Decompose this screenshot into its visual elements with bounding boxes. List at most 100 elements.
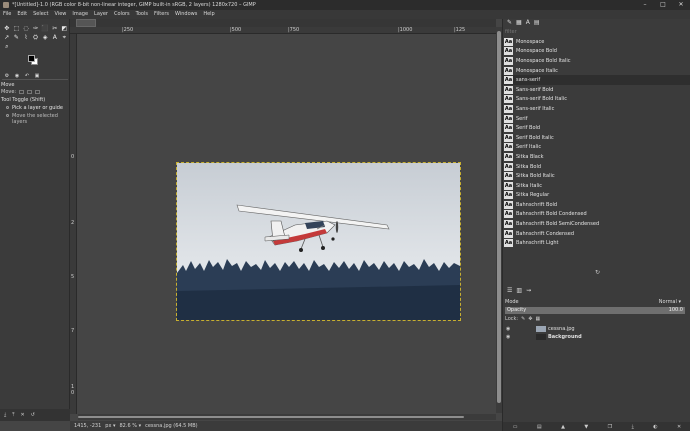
refresh-fonts-icon[interactable]: ↻ (595, 269, 600, 276)
menu-view[interactable]: View (55, 10, 67, 19)
restore-options-icon[interactable]: ⤒ (12, 412, 14, 418)
delete-options-icon[interactable]: ✕ (20, 412, 24, 418)
layer-row[interactable]: ◉ cessna.jpg (503, 325, 690, 333)
paintbrush-tool-icon[interactable]: ✎ (12, 33, 22, 42)
move-selection-button[interactable] (27, 90, 33, 94)
font-item[interactable]: Aa Serif Italic (503, 143, 690, 153)
layers-tab-icon[interactable]: ☰ (507, 287, 512, 295)
radio-move-selected[interactable] (6, 114, 9, 117)
opacity-value[interactable]: 100.0 (669, 307, 683, 314)
menu-windows[interactable]: Windows (175, 10, 197, 19)
lock-position-icon[interactable]: ✥ (528, 316, 532, 323)
new-layer-icon[interactable]: ▭ (513, 424, 518, 430)
font-filter-field[interactable]: filter (505, 29, 689, 35)
mask-layer-icon[interactable]: ◐ (653, 424, 657, 430)
lock-pixels-icon[interactable]: ✎ (521, 316, 525, 323)
font-item[interactable]: Aa Serif Bold Italic (503, 133, 690, 143)
canvas-horizontal-scrollbar[interactable] (78, 414, 496, 420)
font-item[interactable]: Aa Sans-serif Bold Italic (503, 95, 690, 105)
close-button[interactable]: ✕ (672, 0, 690, 10)
font-item[interactable]: Aa Sitka Bold (503, 162, 690, 172)
font-item[interactable]: Aa Sitka Black (503, 152, 690, 162)
foreground-color[interactable] (28, 55, 35, 62)
font-item[interactable]: Aa Serif (503, 114, 690, 124)
free-select-tool-icon[interactable]: ◌ (21, 24, 31, 33)
fuzzy-select-tool-icon[interactable]: ✑ (31, 24, 41, 33)
font-item[interactable]: Aa Bahnschrift Light (503, 238, 690, 248)
font-item[interactable]: Aa Sans-serif Italic (503, 104, 690, 114)
color-picker-tool-icon[interactable]: ⌖ (60, 33, 70, 42)
duplicate-layer-icon[interactable]: ❐ (608, 424, 612, 430)
vscroll-thumb[interactable] (497, 31, 501, 403)
font-item[interactable]: Aa Monospace (503, 37, 690, 47)
document-tab-icon[interactable]: ▤ (534, 19, 540, 27)
smudge-tool-icon[interactable]: ⌇ (21, 33, 31, 42)
transform-tool-icon[interactable]: ↗ (2, 33, 12, 42)
path-tool-icon[interactable]: ◈ (40, 33, 50, 42)
menu-filters[interactable]: Filters (154, 10, 169, 19)
lock-alpha-icon[interactable]: ▦ (536, 316, 541, 323)
brush-tab-icon[interactable]: ✎ (507, 19, 512, 27)
menu-select[interactable]: Select (33, 10, 48, 19)
fg-bg-color-swatch[interactable] (28, 55, 38, 65)
raise-layer-icon[interactable]: ▲ (561, 424, 565, 430)
tab-tool-options[interactable]: ⚙ (2, 73, 12, 80)
mode-dropdown[interactable]: Normal ▾ (659, 299, 681, 306)
menu-image[interactable]: Image (72, 10, 88, 19)
opacity-slider[interactable]: Opacity 100.0 (505, 307, 685, 314)
font-item[interactable]: Aa Sitka Regular (503, 191, 690, 201)
font-item[interactable]: Aa Bahnschrift Condensed (503, 229, 690, 239)
move-selected-option[interactable]: Move the selected layers (12, 113, 69, 125)
font-item[interactable]: Aa Sitka Italic (503, 181, 690, 191)
menu-file[interactable]: File (3, 10, 11, 19)
move-layer-button[interactable] (19, 90, 25, 94)
delete-layer-icon[interactable]: ✕ (677, 424, 681, 430)
font-item[interactable]: Aa Sans-serif Bold (503, 85, 690, 95)
image-layer-cessna[interactable] (176, 162, 461, 321)
unit-selector[interactable]: px ▾ (105, 423, 115, 429)
tab-images[interactable]: ▣ (32, 73, 42, 80)
scissors-tool-icon[interactable]: ✂ (50, 24, 60, 33)
layer-row[interactable]: ◉ Background (503, 333, 690, 341)
menu-layer[interactable]: Layer (94, 10, 108, 19)
font-item[interactable]: Aa Monospace Bold (503, 47, 690, 57)
crop-tool-icon[interactable]: ⬛ (40, 24, 50, 33)
maximize-button[interactable]: □ (654, 0, 672, 10)
zoom-tool-icon[interactable]: ⌕ (2, 42, 12, 51)
font-item[interactable]: Aa Bahnschrift Bold (503, 200, 690, 210)
font-item[interactable]: Aa Monospace Bold Italic (503, 56, 690, 66)
tab-device-status[interactable]: ◉ (12, 73, 22, 80)
save-options-icon[interactable]: ⤓ (4, 412, 6, 418)
bucket-fill-tool-icon[interactable]: ◩ (60, 24, 70, 33)
menu-tools[interactable]: Tools (136, 10, 148, 19)
menu-edit[interactable]: Edit (17, 10, 27, 19)
reset-options-icon[interactable]: ↺ (31, 412, 35, 418)
tab-undo-history[interactable]: ↶ (22, 73, 32, 80)
move-tool-icon[interactable]: ✥ (2, 24, 12, 33)
menu-colors[interactable]: Colors (114, 10, 130, 19)
fonts-tab-icon[interactable]: A (526, 19, 530, 27)
minimize-button[interactable]: – (636, 0, 654, 10)
font-item[interactable]: Aa Sitka Bold Italic (503, 171, 690, 181)
lower-layer-icon[interactable]: ▼ (584, 424, 588, 430)
rect-select-tool-icon[interactable]: ⬚ (12, 24, 22, 33)
font-item[interactable]: Aa Bahnschrift Bold Condensed (503, 210, 690, 220)
visibility-eye-icon[interactable]: ◉ (506, 326, 514, 332)
font-item[interactable]: Aa Serif Bold (503, 123, 690, 133)
channels-tab-icon[interactable]: ▥ (516, 287, 522, 295)
text-tool-icon[interactable]: A (50, 33, 60, 42)
merge-layer-icon[interactable]: ⤓ (632, 424, 634, 430)
visibility-eye-icon[interactable]: ◉ (506, 334, 514, 340)
font-item[interactable]: Aa Monospace Italic (503, 66, 690, 76)
image-tab-thumbnail[interactable] (76, 19, 96, 27)
pattern-tab-icon[interactable]: ▦ (516, 19, 522, 27)
menu-help[interactable]: Help (203, 10, 214, 19)
move-path-button[interactable] (35, 90, 41, 94)
paths-tab-icon[interactable]: ⇝ (526, 287, 531, 295)
pick-layer-option[interactable]: Pick a layer or guide (12, 105, 63, 111)
image-canvas[interactable] (78, 35, 495, 411)
font-item[interactable]: Aa sans-serif (503, 75, 690, 85)
hscroll-thumb[interactable] (78, 416, 464, 418)
new-group-icon[interactable]: ▤ (537, 424, 542, 430)
clone-tool-icon[interactable]: ⛭ (31, 33, 41, 42)
